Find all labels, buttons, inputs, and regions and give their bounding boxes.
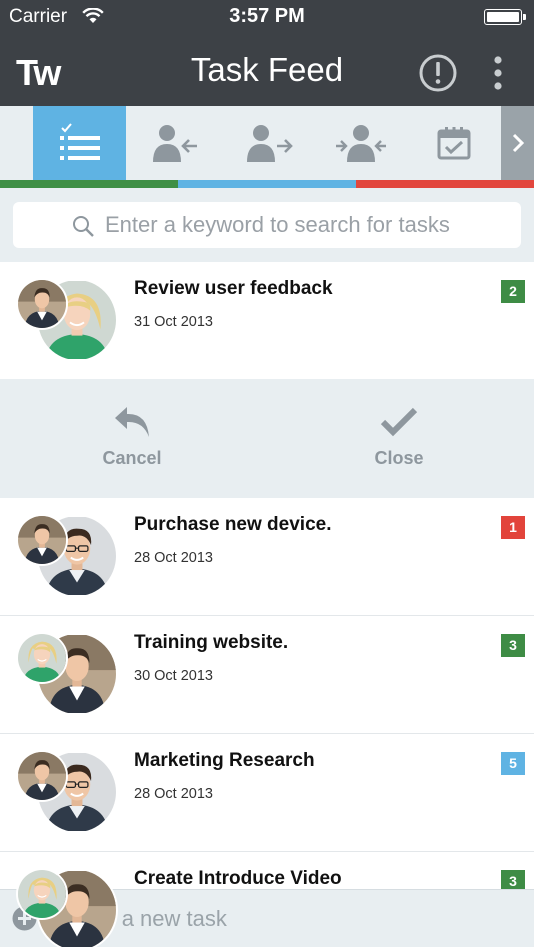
assigner-avatar (16, 750, 68, 802)
task-avatars (16, 278, 120, 366)
task-row[interactable]: Marketing Research 28 Oct 2013 5 (0, 734, 534, 852)
tab-scheduled-tasks[interactable] (407, 106, 500, 180)
tab-all-tasks[interactable] (33, 106, 126, 180)
status-bar: Carrier 3:57 PM (0, 0, 534, 34)
tab-scroll-next-button[interactable] (501, 106, 534, 180)
user-incoming-icon (152, 125, 197, 162)
task-badge: 3 (501, 634, 525, 657)
reply-arrow-icon (115, 407, 149, 437)
task-swipe-actions: Cancel Close (0, 379, 534, 498)
user-swap-icon (335, 125, 386, 162)
close-label: Close (374, 448, 424, 468)
search-box[interactable] (13, 202, 521, 248)
tab-delegated-tasks[interactable] (314, 106, 407, 180)
stripe-blue (178, 180, 356, 188)
checkmark-icon (380, 407, 418, 437)
task-avatars (16, 514, 120, 602)
stripe-red (356, 180, 534, 188)
more-options-icon[interactable] (486, 52, 510, 94)
task-avatars (16, 632, 120, 720)
task-list-icon (59, 123, 100, 160)
search-icon (73, 216, 94, 237)
assigner-avatar (16, 632, 68, 684)
task-badge: 2 (501, 280, 525, 303)
new-task-input[interactable] (63, 898, 503, 940)
task-title: Purchase new device. (134, 514, 332, 535)
task-avatars (16, 750, 120, 838)
task-badge: 5 (501, 752, 525, 775)
task-date: 28 Oct 2013 (134, 550, 213, 566)
search-area (0, 188, 534, 262)
task-date: 28 Oct 2013 (134, 786, 213, 802)
stripe-green (0, 180, 178, 188)
search-input[interactable] (105, 202, 505, 248)
task-title: Review user feedback (134, 278, 333, 299)
task-title: Create Introduce Video (134, 868, 342, 889)
task-badge: 1 (501, 516, 525, 539)
tab-incoming-tasks[interactable] (128, 106, 221, 180)
assigner-avatar (16, 868, 68, 920)
task-title: Training website. (134, 632, 289, 653)
clock-label: 3:57 PM (229, 5, 305, 27)
tab-outgoing-tasks[interactable] (222, 106, 315, 180)
alert-icon[interactable] (418, 53, 458, 93)
chevron-right-icon (512, 133, 524, 153)
task-date: 31 Oct 2013 (134, 314, 213, 330)
calendar-check-icon (437, 127, 470, 160)
user-outgoing-icon (246, 125, 293, 162)
tab-color-stripe (0, 180, 534, 188)
top-bar: Carrier 3:57 PM Tw Task Feed (0, 0, 534, 106)
cancel-button[interactable]: Cancel (62, 405, 202, 475)
nav-bar: Tw Task Feed (0, 34, 534, 106)
task-row[interactable]: Training website. 30 Oct 2013 3 (0, 616, 534, 734)
assigner-avatar (16, 278, 68, 330)
assigner-avatar (16, 514, 68, 566)
filter-tab-bar (0, 106, 534, 188)
task-date: 30 Oct 2013 (134, 668, 213, 684)
close-button[interactable]: Close (329, 405, 469, 475)
cancel-label: Cancel (102, 448, 162, 468)
task-title: Marketing Research (134, 750, 315, 771)
task-row[interactable]: Review user feedback 31 Oct 2013 2 (0, 262, 534, 379)
task-row[interactable]: Purchase new device. 28 Oct 2013 1 (0, 498, 534, 616)
battery-icon (484, 9, 526, 25)
